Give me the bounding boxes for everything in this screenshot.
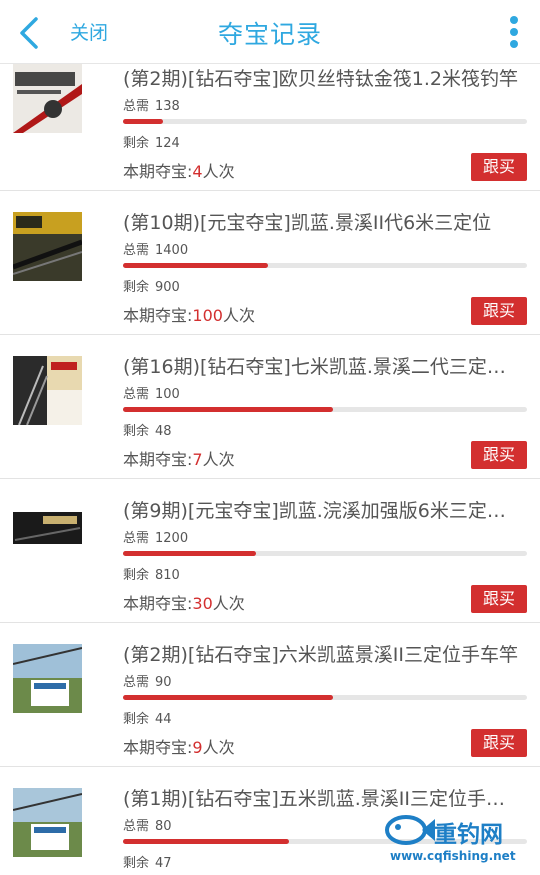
product-thumbnail xyxy=(13,500,82,569)
progress-bar xyxy=(123,551,527,556)
progress-bar xyxy=(123,407,527,412)
total-needed: 总需 138 xyxy=(123,99,180,114)
item-title: (第9期)[元宝夺宝]凯蓝.浣溪加强版6米三定位... xyxy=(123,500,518,522)
product-thumbnail xyxy=(13,356,82,425)
follow-buy-button[interactable]: 跟买 xyxy=(471,153,527,181)
remaining-count: 剩余 47 xyxy=(123,856,172,871)
top-bar: 关闭 夺宝记录 xyxy=(0,0,540,64)
item-title: (第16期)[钻石夺宝]七米凯蓝.景溪二代三定位... xyxy=(123,356,518,378)
follow-buy-button[interactable]: 跟买 xyxy=(471,441,527,469)
this-period-participants: 本期夺宝:30人次 xyxy=(123,594,245,613)
item-title: (第2期)[钻石夺宝]六米凯蓝景溪II三定位手车竿 xyxy=(123,644,518,666)
this-period-participants: 本期夺宝:4人次 xyxy=(123,162,235,181)
remaining-count: 剩余 48 xyxy=(123,424,172,439)
total-needed: 总需 80 xyxy=(123,819,172,834)
item-title: (第10期)[元宝夺宝]凯蓝.景溪II代6米三定位 xyxy=(123,212,492,234)
product-thumbnail xyxy=(13,212,82,281)
watermark-brand: 重钓网 xyxy=(434,822,503,848)
page-title: 夺宝记录 xyxy=(217,20,322,49)
product-thumbnail xyxy=(13,788,82,857)
product-thumbnail xyxy=(13,644,82,713)
remaining-count: 剩余 124 xyxy=(123,136,180,151)
record-list: (第2期)[钻石夺宝]欧贝丝特钛金筏1.2米筏钓竿 总需 138 剩余 124 本期… xyxy=(0,64,540,875)
remaining-count: 剩余 810 xyxy=(123,568,180,583)
list-item[interactable]: (第9期)[元宝夺宝]凯蓝.浣溪加强版6米三定位... 总需 1200 剩余 810… xyxy=(0,479,540,623)
site-watermark: 重钓网 www.cqfishing.net xyxy=(384,811,534,869)
follow-buy-button[interactable]: 跟买 xyxy=(471,729,527,757)
list-item[interactable]: (第2期)[钻石夺宝]欧贝丝特钛金筏1.2米筏钓竿 总需 138 剩余 124 本期… xyxy=(0,64,540,191)
total-needed: 总需 1200 xyxy=(123,531,189,546)
progress-fill xyxy=(123,695,334,700)
this-period-participants: 本期夺宝:7人次 xyxy=(123,450,235,469)
total-needed: 总需 1400 xyxy=(123,243,189,258)
follow-buy-button[interactable]: 跟买 xyxy=(471,585,527,613)
product-thumbnail xyxy=(13,64,82,133)
watermark-url: www.cqfishing.net xyxy=(390,849,516,863)
list-item[interactable]: (第2期)[钻石夺宝]六米凯蓝景溪II三定位手车竿 总需 90 剩余 44 本期夺宝… xyxy=(0,623,540,767)
progress-bar xyxy=(123,263,527,268)
more-menu-icon[interactable] xyxy=(508,14,520,52)
progress-fill xyxy=(123,263,269,268)
item-title: (第2期)[钻石夺宝]欧贝丝特钛金筏1.2米筏钓竿 xyxy=(123,68,518,90)
list-item[interactable]: (第16期)[钻石夺宝]七米凯蓝.景溪二代三定位... 总需 100 剩余 48 本… xyxy=(0,335,540,479)
item-title: (第1期)[钻石夺宝]五米凯蓝.景溪II三定位手车竿 xyxy=(123,788,518,810)
total-needed: 总需 90 xyxy=(123,675,172,690)
progress-bar xyxy=(123,119,527,124)
total-needed: 总需 100 xyxy=(123,387,180,402)
follow-buy-button[interactable]: 跟买 xyxy=(471,297,527,325)
fish-logo-icon xyxy=(385,815,435,845)
progress-fill xyxy=(123,551,257,556)
progress-bar xyxy=(123,695,527,700)
this-period-participants: 本期夺宝:9人次 xyxy=(123,738,235,757)
progress-fill xyxy=(123,407,334,412)
remaining-count: 剩余 900 xyxy=(123,280,180,295)
progress-fill xyxy=(123,119,164,124)
remaining-count: 剩余 44 xyxy=(123,712,172,727)
progress-fill xyxy=(123,839,289,844)
list-item[interactable]: (第10期)[元宝夺宝]凯蓝.景溪II代6米三定位 总需 1400 剩余 900 本… xyxy=(0,191,540,335)
this-period-participants: 本期夺宝:100人次 xyxy=(123,306,255,325)
